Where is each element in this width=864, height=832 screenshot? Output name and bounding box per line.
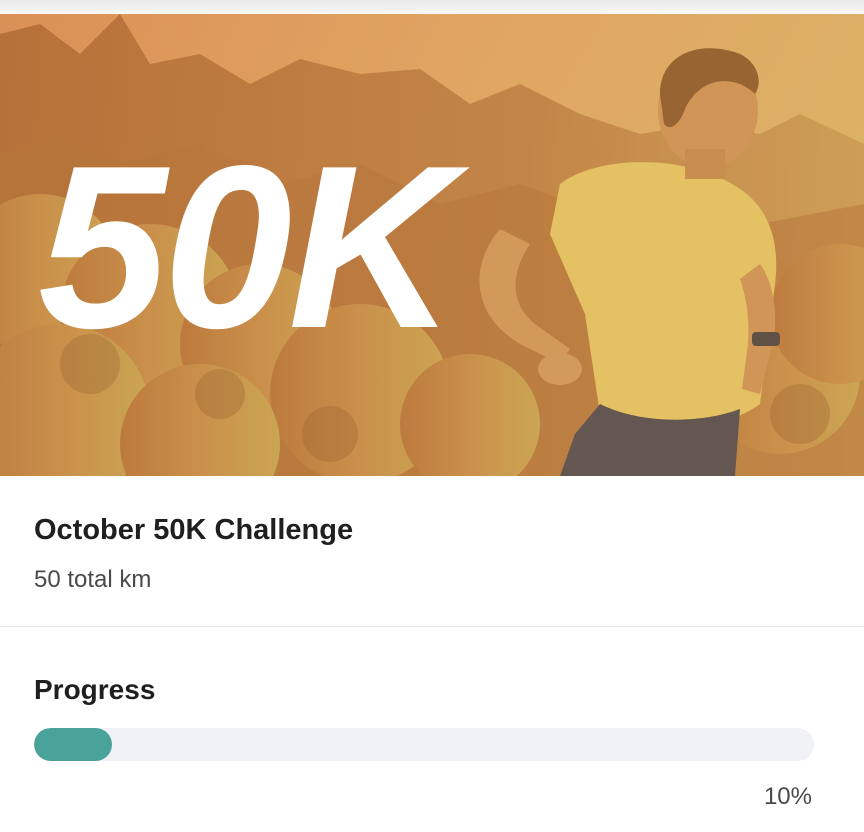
top-bar-shadow — [0, 0, 864, 14]
challenge-title: October 50K Challenge — [34, 514, 354, 546]
hero-title: 50K — [38, 118, 456, 377]
progress-heading: Progress — [34, 674, 156, 705]
challenge-info: October 50K Challenge 50 total km — [0, 476, 864, 627]
challenge-detail-page: 50K October 50K Challenge 50 total km Pr… — [0, 0, 864, 832]
progress-bar — [34, 728, 814, 761]
progress-bar-fill — [34, 728, 112, 761]
challenge-subtitle: 50 total km — [34, 566, 152, 593]
progress-section: Progress 10% — [0, 627, 864, 832]
progress-percent: 10% — [763, 783, 812, 810]
hero-banner: 50K — [0, 14, 864, 476]
